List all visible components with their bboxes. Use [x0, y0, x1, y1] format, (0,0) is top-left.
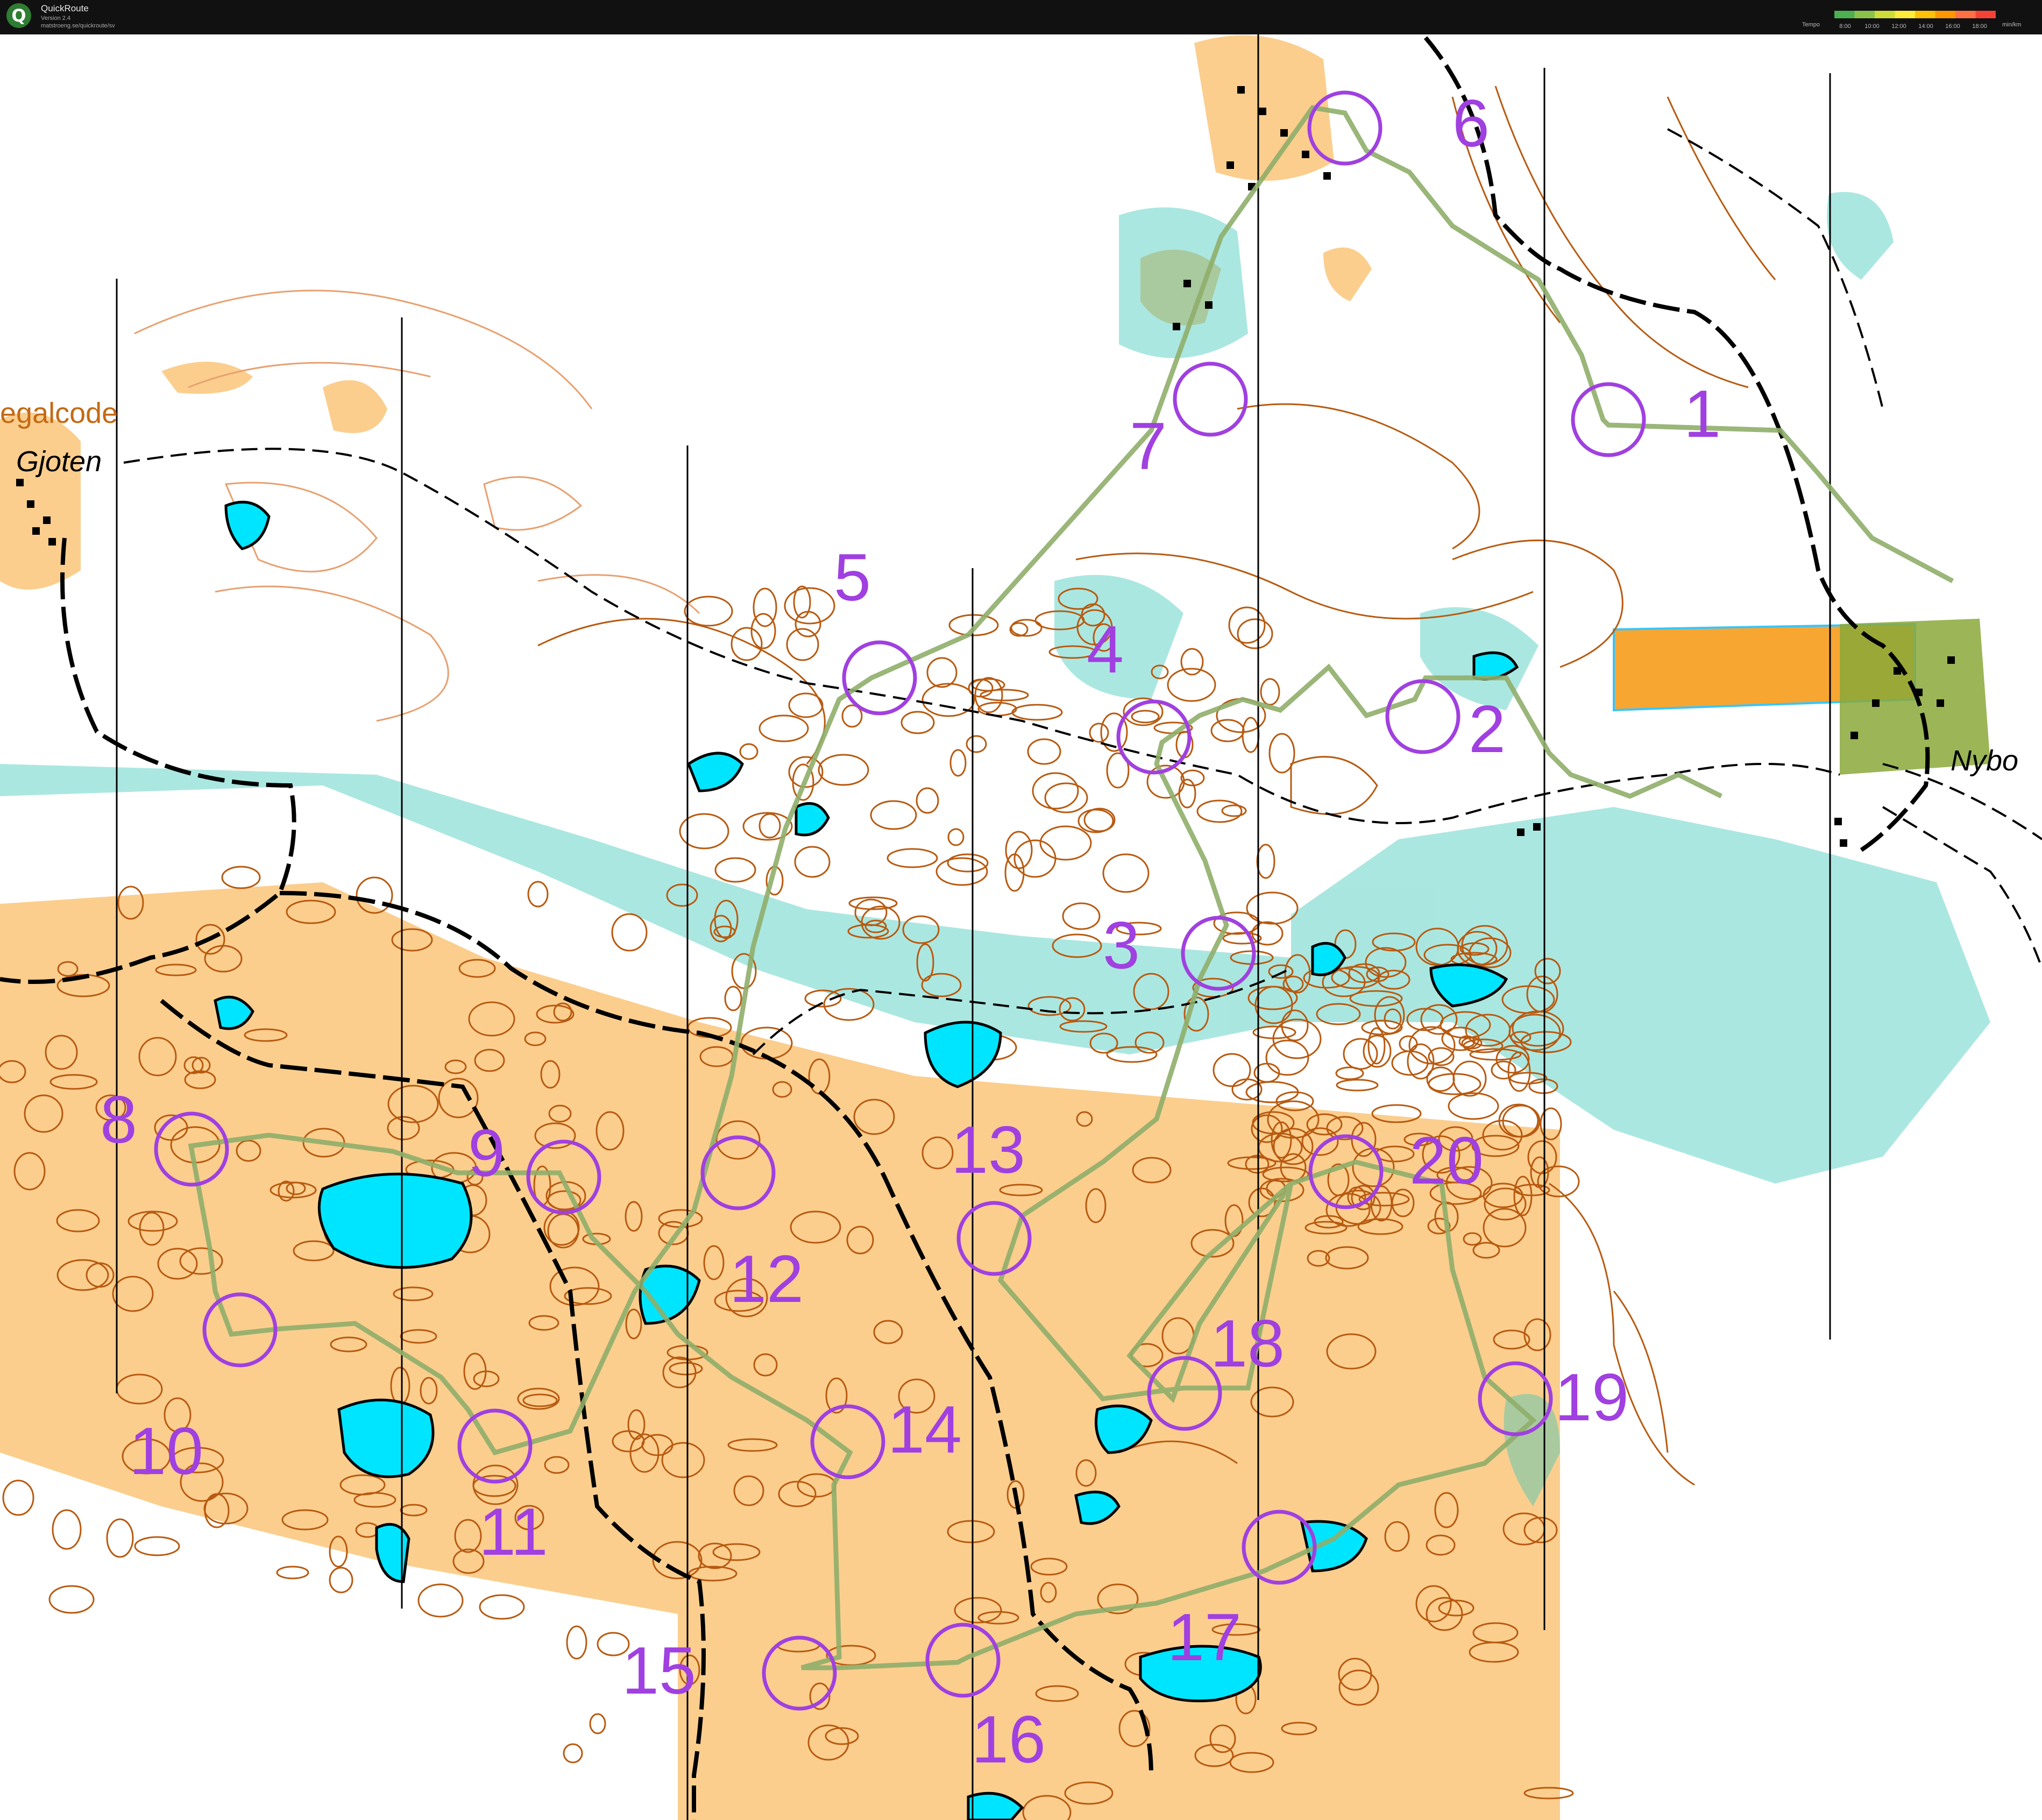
control-number-9: 9 — [468, 1116, 505, 1191]
app-version: Version 2.4 — [41, 15, 71, 22]
building — [1915, 689, 1923, 696]
control-number-20: 20 — [1409, 1124, 1484, 1198]
building — [1872, 699, 1880, 707]
tempo-swatch — [1875, 11, 1895, 18]
building — [16, 479, 24, 486]
building — [1302, 151, 1309, 158]
control-number-8: 8 — [100, 1083, 137, 1157]
place-name-nybo: Nybo — [1951, 745, 2018, 777]
building — [1280, 129, 1288, 137]
control-number-12: 12 — [729, 1242, 804, 1316]
building — [1840, 839, 1847, 847]
building — [1533, 823, 1541, 831]
building — [48, 538, 56, 546]
control-number-18: 18 — [1210, 1307, 1285, 1381]
orienteering-map[interactable]: 12345678 91011121314151617181920 egalcode… — [0, 34, 2042, 1820]
control-number-6: 6 — [1452, 87, 1490, 161]
building — [1259, 108, 1266, 115]
building — [1323, 172, 1331, 180]
building — [1237, 86, 1245, 94]
tempo-tick-labels: 8:00 10:00 12:00 14:00 16:00 18:00 — [1839, 23, 1987, 30]
control-number-10: 10 — [129, 1414, 203, 1489]
tempo-tick-label: 16:00 — [1945, 23, 1960, 30]
tempo-tick-label: 14:00 — [1918, 23, 1933, 30]
tempo-tick-label: 8:00 — [1839, 23, 1850, 30]
control-number-17: 17 — [1167, 1601, 1242, 1675]
building — [1947, 656, 1955, 664]
building — [1894, 667, 1901, 675]
tempo-swatch — [1955, 11, 1976, 18]
tempo-tick-label: 12:00 — [1891, 23, 1906, 30]
building — [1183, 280, 1191, 287]
control-number-3: 3 — [1103, 909, 1140, 983]
building — [1226, 161, 1234, 169]
title-bar: Q QuickRoute Version 2.4 matstroeng.se/q… — [0, 0, 2042, 34]
control-number-15: 15 — [622, 1634, 696, 1708]
place-name-egalcode: egalcode — [0, 397, 118, 429]
building — [43, 516, 51, 524]
tempo-tick-label: 18:00 — [1972, 23, 1987, 30]
tempo-legend-unit: min/km — [2002, 22, 2022, 28]
control-number-14: 14 — [888, 1393, 962, 1467]
control-number-13: 13 — [951, 1113, 1025, 1187]
building — [1834, 818, 1842, 825]
control-number-19: 19 — [1555, 1361, 1629, 1435]
tempo-tick-label: 10:00 — [1864, 23, 1880, 30]
control-number-7: 7 — [1130, 409, 1167, 484]
quickroute-logo-icon: Q — [6, 3, 31, 28]
building — [27, 500, 34, 508]
place-name-gjoten: Gjoten — [16, 445, 102, 478]
tempo-legend: 8:00 10:00 12:00 14:00 16:00 18:00 — [1834, 11, 1996, 30]
building — [1517, 828, 1525, 836]
control-number-4: 4 — [1087, 613, 1124, 687]
tempo-swatch — [1975, 11, 1996, 18]
tempo-swatch — [1854, 11, 1875, 18]
app-url: matstroeng.se/quickroute/sv — [41, 23, 115, 29]
building — [1937, 699, 1944, 707]
control-number-5: 5 — [834, 541, 871, 615]
control-number-16: 16 — [972, 1703, 1046, 1777]
tempo-swatch — [1915, 11, 1935, 18]
tempo-swatch — [1895, 11, 1915, 18]
tempo-swatch — [1834, 11, 1855, 18]
app-title: QuickRoute — [41, 3, 89, 13]
building — [1205, 301, 1213, 309]
building — [1850, 732, 1858, 739]
control-number-11: 11 — [479, 1495, 548, 1569]
tempo-color-scale — [1834, 11, 1996, 18]
building — [32, 527, 40, 535]
control-number-2: 2 — [1469, 692, 1506, 767]
control-number-1: 1 — [1684, 377, 1721, 451]
tempo-swatch — [1935, 11, 1955, 18]
